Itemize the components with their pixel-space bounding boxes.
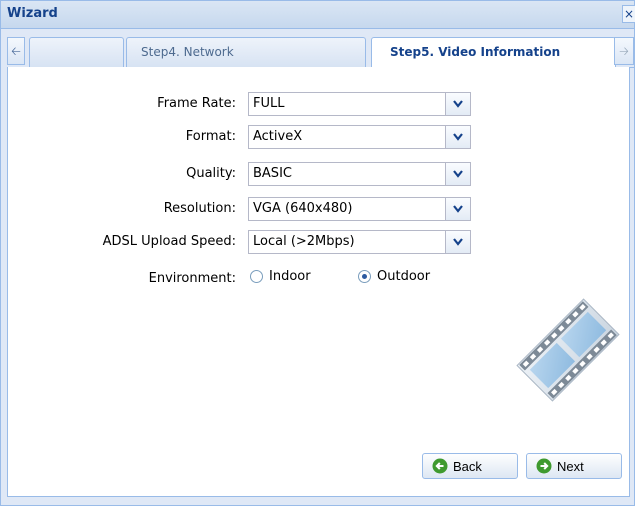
back-button[interactable]: Back <box>422 453 518 479</box>
window-title: Wizard <box>7 6 58 21</box>
radio-checked-icon[interactable] <box>358 270 371 283</box>
radio-unchecked-icon[interactable] <box>250 270 263 283</box>
adsl-upload-speed-value: Local (>2Mbps) <box>253 234 355 249</box>
tab-step5-video-information[interactable]: Step5. Video Information <box>371 37 616 68</box>
quality-label: Quality: <box>186 166 236 181</box>
chevron-down-icon[interactable] <box>445 163 470 185</box>
tab-previous[interactable] <box>29 37 124 67</box>
chevron-down-icon[interactable] <box>445 93 470 115</box>
quality-select[interactable]: BASIC <box>248 162 471 186</box>
film-strip-icon <box>516 298 620 402</box>
environment-label: Environment: <box>148 271 236 286</box>
resolution-label: Resolution: <box>163 201 236 216</box>
next-arrow-icon <box>536 458 552 474</box>
format-value: ActiveX <box>253 129 303 144</box>
back-button-label: Back <box>453 458 482 474</box>
chevron-down-icon[interactable] <box>445 198 470 220</box>
format-label: Format: <box>185 129 236 144</box>
environment-outdoor-radio[interactable]: Outdoor <box>358 269 430 284</box>
quality-row: Quality: BASIC <box>8 162 631 186</box>
tab-bar: 🡠 Step4. Network Step5. Video Informatio… <box>7 37 634 68</box>
arrow-right-icon: 🡢 <box>619 44 629 58</box>
frame-rate-row: Frame Rate: FULL <box>8 92 631 116</box>
title-bar: Wizard × <box>1 1 635 29</box>
resolution-row: Resolution: VGA (640x480) <box>8 197 631 221</box>
environment-row: Environment: Indoor Outdoor <box>8 267 631 291</box>
environment-outdoor-label: Outdoor <box>377 269 431 284</box>
frame-rate-value: FULL <box>253 96 285 111</box>
back-arrow-icon <box>432 458 448 474</box>
frame-rate-select[interactable]: FULL <box>248 92 471 116</box>
close-button[interactable]: × <box>622 5 635 23</box>
next-button[interactable]: Next <box>526 453 622 479</box>
adsl-upload-speed-row: ADSL Upload Speed: Local (>2Mbps) <box>8 230 631 254</box>
environment-indoor-label: Indoor <box>269 269 311 284</box>
chevron-down-icon[interactable] <box>445 231 470 253</box>
tab-scroll-right-button[interactable]: 🡢 <box>614 37 634 65</box>
adsl-upload-speed-select[interactable]: Local (>2Mbps) <box>248 230 471 254</box>
resolution-select[interactable]: VGA (640x480) <box>248 197 471 221</box>
tab-step4-network[interactable]: Step4. Network <box>126 37 366 67</box>
next-button-label: Next <box>557 458 584 474</box>
arrow-left-icon: 🡠 <box>11 44 21 58</box>
adsl-upload-speed-label: ADSL Upload Speed: <box>102 234 236 249</box>
chevron-down-icon[interactable] <box>445 126 470 148</box>
wizard-window: Wizard × 🡠 Step4. Network Step5. Video I… <box>0 0 635 506</box>
environment-indoor-radio[interactable]: Indoor <box>250 269 311 284</box>
quality-value: BASIC <box>253 166 292 181</box>
frame-rate-label: Frame Rate: <box>157 96 236 111</box>
format-row: Format: ActiveX <box>8 125 631 149</box>
tab-scroll-left-button[interactable]: 🡠 <box>7 37 25 65</box>
resolution-value: VGA (640x480) <box>253 201 353 216</box>
button-row: Back Next <box>8 453 631 479</box>
video-information-panel: Frame Rate: FULL Format: ActiveX Quality… <box>7 67 630 497</box>
format-select[interactable]: ActiveX <box>248 125 471 149</box>
